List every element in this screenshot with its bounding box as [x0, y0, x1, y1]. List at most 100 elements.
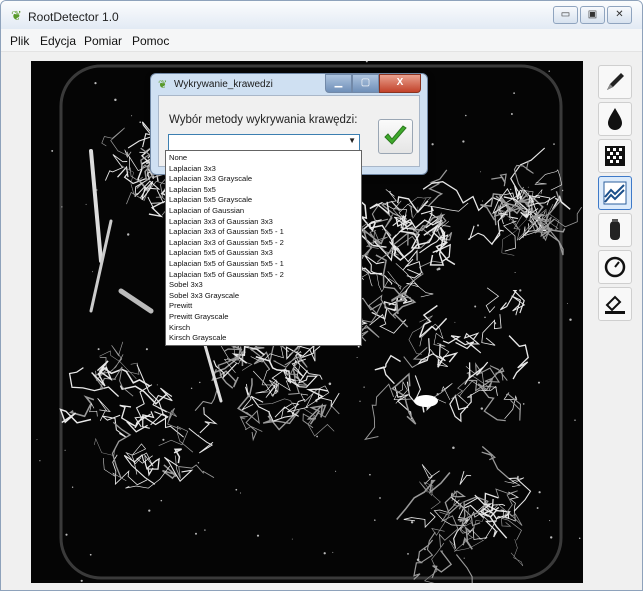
root-strand	[485, 287, 500, 313]
speckle	[462, 140, 465, 143]
speckle	[190, 387, 193, 390]
dropdown-option[interactable]: Laplacian 5x5	[169, 185, 216, 194]
circle-tool-button[interactable]	[598, 250, 632, 284]
speckle	[407, 553, 409, 555]
speckle	[493, 322, 497, 325]
speckle	[148, 509, 151, 512]
root-strand	[534, 169, 563, 191]
root-strand	[174, 455, 215, 479]
speckle	[256, 534, 260, 537]
dropdown-option[interactable]: Prewitt Grayscale	[169, 312, 229, 321]
root-strand	[364, 383, 395, 441]
minimize-button[interactable]: ▭	[553, 6, 578, 24]
dropdown-option[interactable]: Kirsch	[169, 323, 190, 332]
root-strand	[147, 189, 165, 211]
root-strand	[438, 512, 459, 547]
pencil-tool-button[interactable]	[598, 65, 632, 99]
dropdown-option[interactable]: Laplacian 3x3 of Gaussian 5x5 - 1	[169, 227, 284, 236]
speckle	[465, 114, 467, 117]
dropdown-option[interactable]: None	[169, 153, 187, 162]
dropdown-option[interactable]: Laplacian 5x5 of Gaussian 3x3	[169, 248, 273, 257]
speckle	[94, 82, 97, 85]
method-combobox[interactable]: ▼	[168, 134, 360, 151]
speckle	[139, 121, 141, 123]
speckle	[85, 203, 87, 205]
speckle	[561, 189, 564, 192]
dropdown-option[interactable]: Laplacian 5x5 of Gaussian 5x5 - 1	[169, 259, 284, 268]
method-dropdown-list[interactable]: None Laplacian 3x3 Laplacian 3x3 Grayscale…	[165, 150, 362, 346]
root-strand	[468, 367, 505, 392]
speckle	[569, 318, 572, 321]
speckle	[328, 382, 332, 386]
speckle	[519, 289, 522, 292]
speckle	[549, 520, 551, 522]
speckle	[480, 407, 484, 410]
fill-tool-button[interactable]	[598, 102, 632, 136]
root-strand	[554, 206, 582, 228]
speckle	[480, 171, 482, 173]
speckle	[510, 113, 513, 115]
root-strand	[502, 220, 517, 252]
window-controls: ▭ ▣ ✕	[553, 6, 632, 24]
capsule-tool-button[interactable]	[598, 213, 632, 247]
dialog-minimize-button[interactable]: ▁	[325, 74, 352, 93]
root-strand	[194, 384, 219, 412]
speckle	[204, 529, 206, 531]
speckle	[64, 449, 66, 451]
dropdown-option[interactable]: Laplacian 5x5 of Gaussian 5x5 - 2	[169, 270, 284, 279]
speckle	[578, 537, 581, 539]
speckle	[484, 316, 486, 319]
dropdown-option[interactable]: Laplacian 3x3 Grayscale	[169, 174, 252, 183]
speckle	[369, 473, 371, 476]
dropdown-option[interactable]: Kirsch Grayscale	[169, 333, 226, 342]
root-strand	[489, 509, 511, 539]
dialog-close-button[interactable]: X	[379, 74, 421, 93]
dropdown-option[interactable]: Laplacian of Gaussian	[169, 206, 244, 215]
maximize-button[interactable]: ▣	[580, 6, 605, 24]
grid-tool-button[interactable]	[598, 139, 632, 173]
speckle	[316, 435, 318, 438]
speckle	[550, 536, 553, 539]
speckle	[574, 419, 576, 421]
seed-root	[118, 288, 154, 314]
edge-detection-tool-button[interactable]	[598, 176, 632, 210]
root-strand	[435, 241, 456, 266]
root-strand	[199, 407, 218, 434]
speckle	[195, 532, 197, 535]
root-strand	[374, 354, 401, 385]
grid-icon	[605, 146, 625, 166]
speckle	[522, 403, 525, 405]
method-label: Wybór metody wykrywania krawędzi:	[169, 114, 358, 126]
chevron-down-icon[interactable]: ▼	[348, 136, 356, 145]
checkmark-icon	[384, 125, 407, 145]
ruler-tool-button[interactable]	[598, 287, 632, 321]
speckle	[537, 381, 541, 384]
dropdown-option[interactable]: Laplacian 3x3 of Gaussian 3x3	[169, 217, 273, 226]
dropdown-option[interactable]: Laplacian 3x3 of Gaussian 5x5 - 2	[169, 238, 284, 247]
root-strand	[431, 511, 450, 536]
menu-plik[interactable]: Plik	[10, 34, 29, 48]
seed-root	[89, 219, 113, 313]
menu-edycja[interactable]: Edycja	[40, 34, 76, 48]
dropdown-option[interactable]: Laplacian 5x5 Grayscale	[169, 195, 252, 204]
speckle	[374, 519, 376, 521]
confirm-button[interactable]	[378, 119, 413, 154]
title-bar[interactable]: ❦ RootDetector 1.0 ▭ ▣ ✕	[1, 1, 642, 29]
root-strand	[403, 512, 436, 529]
dropdown-option[interactable]: Laplacian 3x3	[169, 164, 216, 173]
dropdown-option[interactable]: Sobel 3x3 Grayscale	[169, 291, 239, 300]
root-strand	[104, 154, 128, 181]
menu-pomiar[interactable]: Pomiar	[84, 34, 122, 48]
speckle	[509, 188, 512, 191]
speckle	[71, 486, 74, 488]
menu-pomoc[interactable]: Pomoc	[132, 34, 169, 48]
root-strand	[418, 304, 448, 338]
speckle	[513, 92, 515, 94]
dialog-title-bar[interactable]: ❦ Wykrywanie_krawedzi ▁ ▢ X	[151, 74, 427, 94]
dialog-maximize-button[interactable]: ▢	[352, 74, 379, 93]
close-button[interactable]: ✕	[607, 6, 632, 24]
speckle	[332, 551, 334, 553]
dropdown-option[interactable]: Prewitt	[169, 301, 192, 310]
dropdown-option[interactable]: Sobel 3x3	[169, 280, 203, 289]
speckle	[131, 115, 133, 117]
